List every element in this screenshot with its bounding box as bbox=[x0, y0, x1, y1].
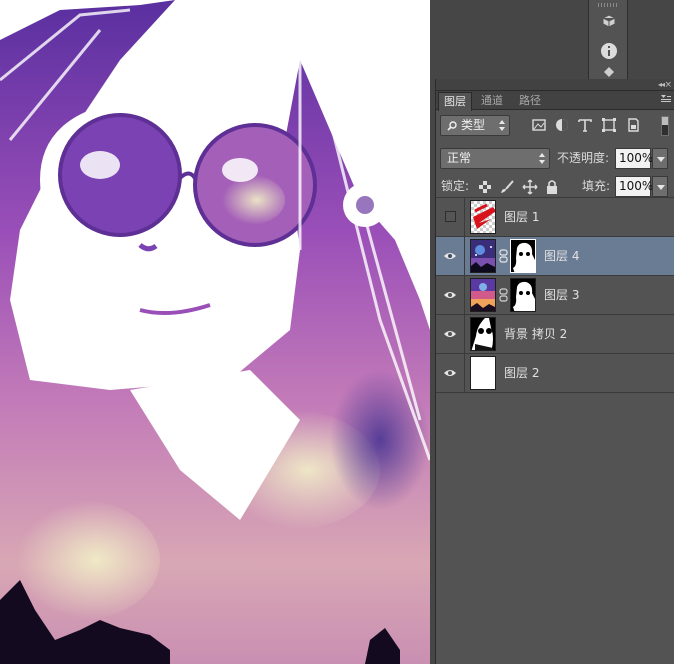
filter-kind-dropdown[interactable]: 类型 bbox=[440, 115, 510, 136]
fill-input[interactable]: 100% bbox=[615, 176, 653, 197]
visibility-toggle[interactable] bbox=[436, 354, 465, 392]
layer-thumbnail bbox=[470, 356, 496, 390]
blend-mode-dropdown[interactable]: 正常 bbox=[440, 148, 550, 169]
layer-name[interactable]: 背景 拷贝 2 bbox=[504, 315, 567, 353]
fill-slider-button[interactable] bbox=[652, 176, 668, 197]
canvas-artwork bbox=[0, 0, 430, 664]
3d-cube-icon[interactable] bbox=[598, 10, 620, 32]
visibility-off-box bbox=[445, 211, 456, 222]
close-panel-icon[interactable]: × bbox=[664, 79, 672, 91]
collapse-panel-icon[interactable]: ◂◂ bbox=[658, 79, 665, 91]
filter-toggle-switch[interactable] bbox=[661, 116, 669, 136]
mask-link-icon[interactable] bbox=[499, 288, 508, 302]
tab-channels[interactable]: 通道 bbox=[474, 92, 510, 110]
layer-mask-thumbnail[interactable] bbox=[510, 239, 536, 273]
mask-link-icon[interactable] bbox=[499, 249, 508, 263]
dropdown-arrows-icon bbox=[499, 120, 505, 131]
layer-row-1[interactable]: 图层 1 bbox=[436, 198, 674, 237]
collapsed-panel-dock bbox=[588, 0, 628, 80]
opacity-input[interactable]: 100% bbox=[615, 148, 653, 169]
tab-layers[interactable]: 图层 bbox=[438, 92, 472, 111]
layer-name[interactable]: 图层 1 bbox=[504, 198, 539, 236]
shape-filter-icon[interactable] bbox=[601, 117, 617, 133]
dropdown-arrows-icon bbox=[539, 153, 545, 164]
panel-title-bar[interactable]: ◂◂ × bbox=[436, 79, 674, 91]
tab-paths[interactable]: 路径 bbox=[512, 92, 548, 110]
layer-name[interactable]: 图层 4 bbox=[544, 237, 579, 275]
layer-thumbnail bbox=[470, 239, 496, 273]
layer-name[interactable]: 图层 2 bbox=[504, 354, 539, 392]
panel-tab-bar: 图层 通道 路径 bbox=[436, 91, 674, 111]
lock-label: 锁定: bbox=[441, 179, 470, 193]
info-icon[interactable] bbox=[598, 40, 620, 62]
filter-kind-value: 类型 bbox=[461, 118, 486, 132]
type-filter-icon[interactable] bbox=[577, 117, 593, 133]
layers-list: 图层 1 图层 4 图层 3 背景 拷贝 2 图层 2 bbox=[436, 197, 674, 393]
layer-row-4[interactable]: 图层 4 bbox=[436, 237, 674, 276]
layer-thumbnail bbox=[470, 200, 496, 234]
lock-transparent-icon[interactable] bbox=[479, 181, 491, 193]
layers-panel: ◂◂ × 图层 通道 路径 类型 正常 不透明度: 100% 锁定: 填充: 1… bbox=[435, 79, 674, 664]
layer-thumbnail bbox=[470, 317, 496, 351]
adjustment-filter-icon[interactable] bbox=[554, 117, 570, 133]
lock-paint-icon[interactable] bbox=[499, 179, 515, 195]
eye-icon bbox=[444, 253, 456, 259]
layer-name[interactable]: 图层 3 bbox=[544, 276, 579, 314]
eye-icon bbox=[444, 292, 456, 298]
adjust-icon[interactable] bbox=[598, 64, 620, 80]
smart-object-filter-icon[interactable] bbox=[625, 117, 641, 133]
pixel-filter-icon[interactable] bbox=[531, 117, 547, 133]
search-icon bbox=[447, 121, 457, 131]
lock-all-icon[interactable] bbox=[544, 179, 560, 195]
fill-label: 填充: bbox=[582, 179, 611, 193]
layer-thumbnail bbox=[470, 278, 496, 312]
layer-row-3[interactable]: 图层 3 bbox=[436, 276, 674, 315]
layer-row-2[interactable]: 图层 2 bbox=[436, 354, 674, 393]
opacity-slider-button[interactable] bbox=[652, 148, 668, 169]
filter-row: 类型 bbox=[436, 112, 674, 142]
panel-menu-icon[interactable] bbox=[660, 94, 672, 104]
opacity-label: 不透明度: bbox=[557, 151, 610, 165]
visibility-toggle[interactable] bbox=[436, 276, 465, 314]
layer-row-bg-copy-2[interactable]: 背景 拷贝 2 bbox=[436, 315, 674, 354]
visibility-toggle[interactable] bbox=[436, 315, 465, 353]
blend-row: 正常 不透明度: 100% bbox=[436, 144, 674, 174]
visibility-toggle[interactable] bbox=[436, 237, 465, 275]
eye-icon bbox=[444, 370, 456, 376]
lock-move-icon[interactable] bbox=[522, 179, 538, 195]
document-canvas[interactable] bbox=[0, 0, 430, 664]
eye-icon bbox=[444, 331, 456, 337]
visibility-toggle[interactable] bbox=[436, 198, 465, 236]
dock-grip[interactable] bbox=[598, 3, 618, 7]
layer-mask-thumbnail[interactable] bbox=[510, 278, 536, 312]
blend-mode-value: 正常 bbox=[447, 151, 472, 165]
